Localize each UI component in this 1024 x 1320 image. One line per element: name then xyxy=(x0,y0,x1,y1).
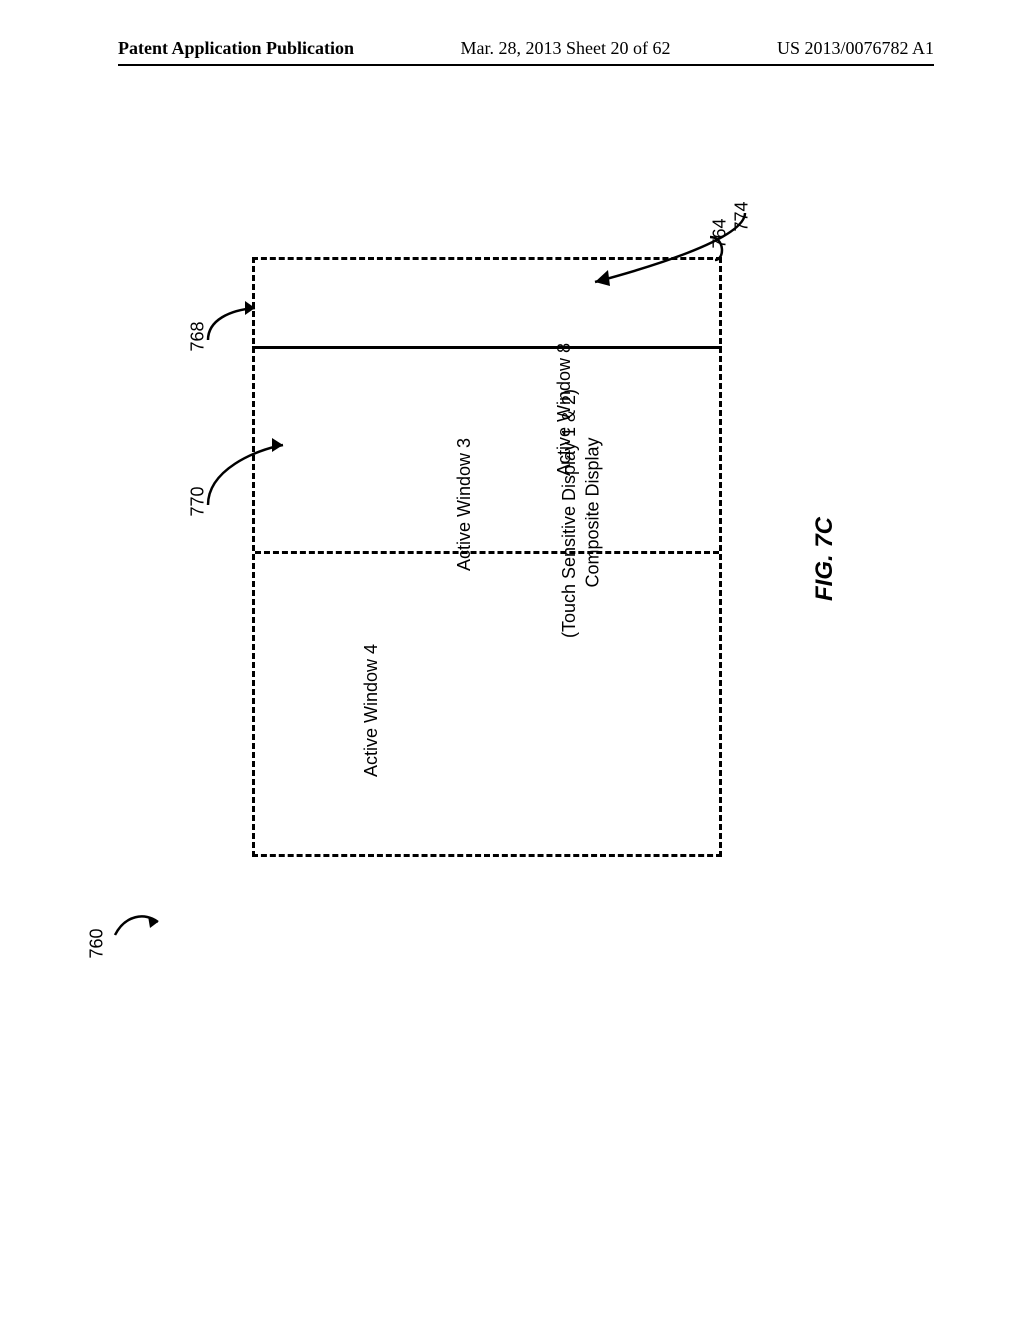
page-header: Patent Application Publication Mar. 28, … xyxy=(0,38,1024,59)
ref-774-leader xyxy=(580,210,750,290)
ref-770-leader xyxy=(205,430,295,510)
inner-divider xyxy=(255,551,719,554)
ref-768-leader xyxy=(205,290,275,350)
active-window-4-label: Active Window 4 xyxy=(361,644,382,777)
header-center: Mar. 28, 2013 Sheet 20 of 62 xyxy=(461,38,671,59)
ref-760-leader xyxy=(110,910,170,940)
header-rule xyxy=(118,64,934,66)
figure-stage: Composite Display (Touch Sensitive Displ… xyxy=(100,150,930,1050)
header-right: US 2013/0076782 A1 xyxy=(777,38,934,59)
header-left: Patent Application Publication xyxy=(118,38,354,59)
ref-760: 760 xyxy=(87,928,108,958)
figure-label: FIG. 7C xyxy=(811,517,839,601)
active-window-8-label: Active Window 8 xyxy=(554,343,575,476)
